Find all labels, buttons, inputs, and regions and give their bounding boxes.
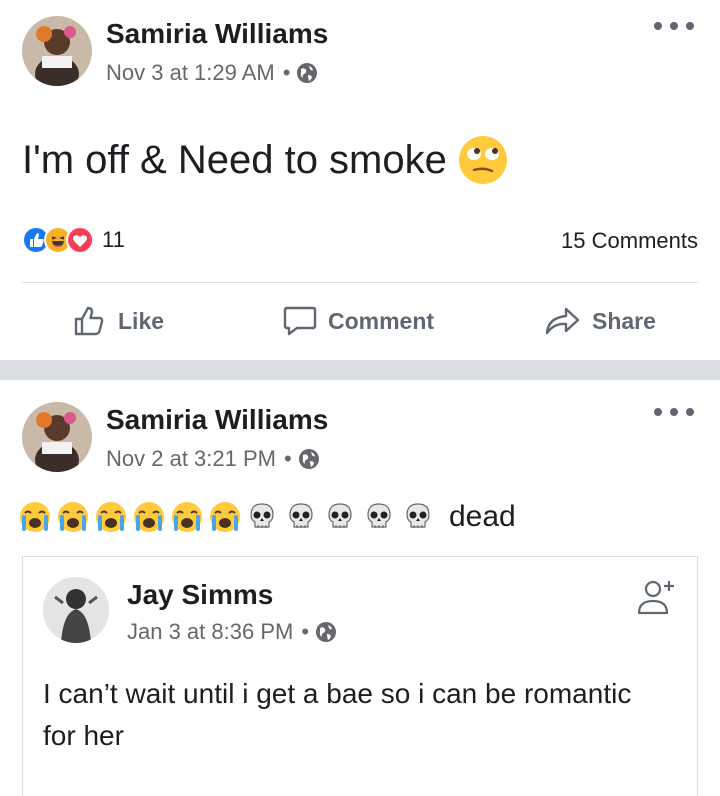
loudly-crying-face-icon: [210, 502, 240, 532]
skull-icon: [328, 503, 352, 528]
globe-icon: [297, 63, 318, 83]
loudly-crying-face-icon: [172, 502, 202, 532]
author-name[interactable]: Samiria Williams: [106, 404, 328, 436]
loudly-crying-face-icon: [58, 502, 88, 532]
post-text-content: dead: [449, 500, 516, 533]
post-text: dead: [18, 500, 516, 534]
comment-bubble-icon: [283, 306, 317, 336]
loudly-crying-face-icon: [96, 502, 126, 532]
separator-dot: •: [283, 446, 292, 471]
post-1: Samiria Williams Nov 3 at 1:29 AM • I'm …: [0, 0, 720, 360]
like-label: Like: [118, 307, 165, 334]
comment-label: Comment: [328, 307, 435, 334]
share-button[interactable]: Share: [544, 296, 656, 346]
skull-icon: [250, 503, 274, 528]
post-meta: Nov 3 at 1:29 AM •: [106, 60, 318, 86]
thumbs-up-icon: [74, 306, 104, 336]
shared-post-card[interactable]: Jay Simms Jan 3 at 8:36 PM • I can’t wai…: [22, 556, 698, 796]
skull-icon: [367, 503, 391, 528]
more-options-icon[interactable]: [654, 16, 694, 36]
face-with-rolling-eyes-icon: [458, 136, 507, 184]
feed-separator: [0, 360, 720, 380]
timestamp[interactable]: Nov 3 at 1:29 AM: [106, 60, 275, 86]
shared-post-meta: Jan 3 at 8:36 PM •: [127, 619, 337, 645]
globe-icon: [298, 449, 319, 469]
skull-icon: [289, 503, 313, 528]
separator-dot: •: [282, 60, 291, 85]
love-reaction-icon: [66, 226, 94, 254]
reactions-summary[interactable]: 11: [22, 226, 125, 254]
divider: [22, 282, 698, 283]
loudly-crying-face-icon: [20, 502, 50, 532]
timestamp[interactable]: Jan 3 at 8:36 PM: [127, 619, 293, 645]
more-options-icon[interactable]: [654, 402, 694, 422]
separator-dot: •: [301, 619, 310, 644]
avatar[interactable]: [22, 402, 92, 472]
share-arrow-icon: [545, 307, 580, 335]
avatar[interactable]: [43, 577, 109, 643]
add-friend-icon[interactable]: [635, 575, 679, 619]
shared-post-text: I can’t wait until i get a bae so i can …: [43, 678, 632, 751]
skull-icon: [406, 503, 430, 528]
timestamp[interactable]: Nov 2 at 3:21 PM: [106, 446, 276, 472]
share-label: Share: [592, 307, 656, 334]
like-button[interactable]: Like: [72, 296, 164, 346]
comment-button[interactable]: Comment: [282, 296, 434, 346]
post-2: Samiria Williams Nov 2 at 3:21 PM • dead: [0, 380, 720, 796]
loudly-crying-face-icon: [134, 502, 164, 532]
shared-author-name[interactable]: Jay Simms: [127, 579, 273, 611]
post-meta: Nov 2 at 3:21 PM •: [106, 446, 320, 472]
globe-icon: [316, 622, 337, 642]
reaction-count: 11: [102, 227, 125, 252]
avatar[interactable]: [22, 16, 92, 86]
action-bar: Like Comment Share: [0, 296, 720, 346]
post-text-content: I'm off & Need to smoke: [22, 137, 447, 182]
post-text: I'm off & Need to smoke: [22, 134, 509, 186]
comments-count-link[interactable]: 15 Comments: [561, 228, 698, 254]
author-name[interactable]: Samiria Williams: [106, 18, 328, 50]
